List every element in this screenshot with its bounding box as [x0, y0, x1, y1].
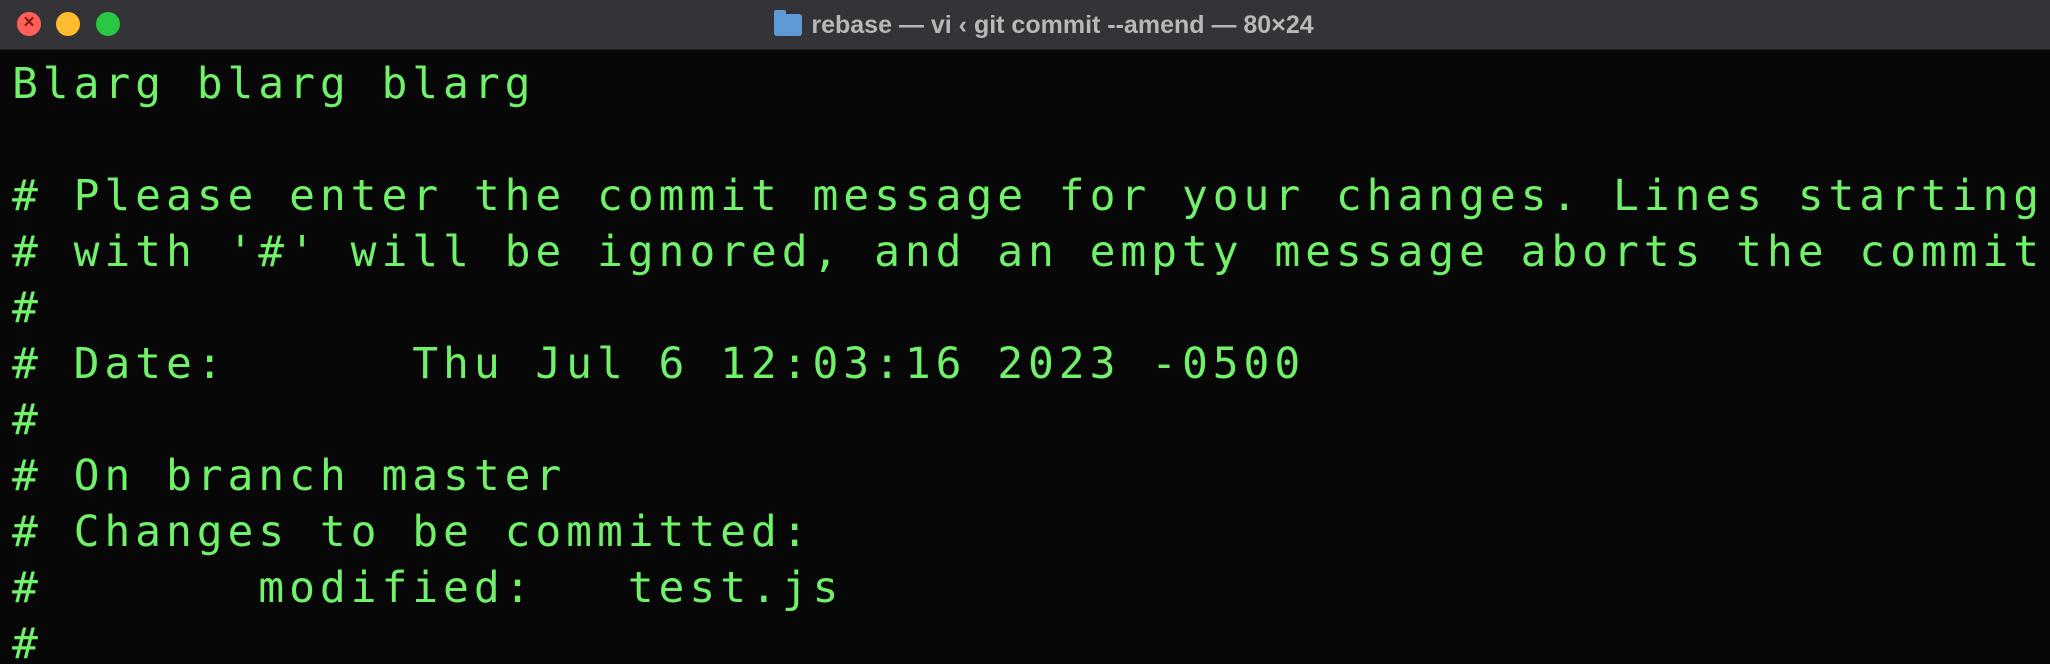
- window-title-area: rebase — vi ‹ git commit --amend — 80×24: [0, 0, 2050, 50]
- window-title: rebase — vi ‹ git commit --amend — 80×24: [811, 10, 1314, 39]
- buffer-line: # On branch master: [12, 451, 567, 501]
- terminal-content[interactable]: Blarg blarg blarg # Please enter the com…: [0, 50, 2050, 664]
- folder-icon: [774, 10, 803, 36]
- buffer-line: #: [12, 619, 43, 664]
- buffer-line: # Date: Thu Jul 6 12:03:16 2023 -0500: [12, 339, 1306, 389]
- title-bar[interactable]: rebase — vi ‹ git commit --amend — 80×24: [0, 0, 2050, 50]
- buffer-line: #: [12, 283, 43, 333]
- terminal-window: rebase — vi ‹ git commit --amend — 80×24…: [0, 0, 2050, 664]
- buffer-line: # with '#' will be ignored, and an empty…: [12, 227, 2050, 277]
- buffer-line: [12, 112, 2050, 168]
- buffer-line: # Please enter the commit message for yo…: [12, 171, 2045, 221]
- buffer-line: # modified: test.js: [12, 563, 844, 613]
- buffer-line: Blarg blarg blarg: [12, 59, 536, 109]
- buffer-line: #: [12, 395, 43, 445]
- vi-buffer[interactable]: Blarg blarg blarg # Please enter the com…: [12, 56, 2050, 664]
- buffer-line: # Changes to be committed:: [12, 507, 813, 557]
